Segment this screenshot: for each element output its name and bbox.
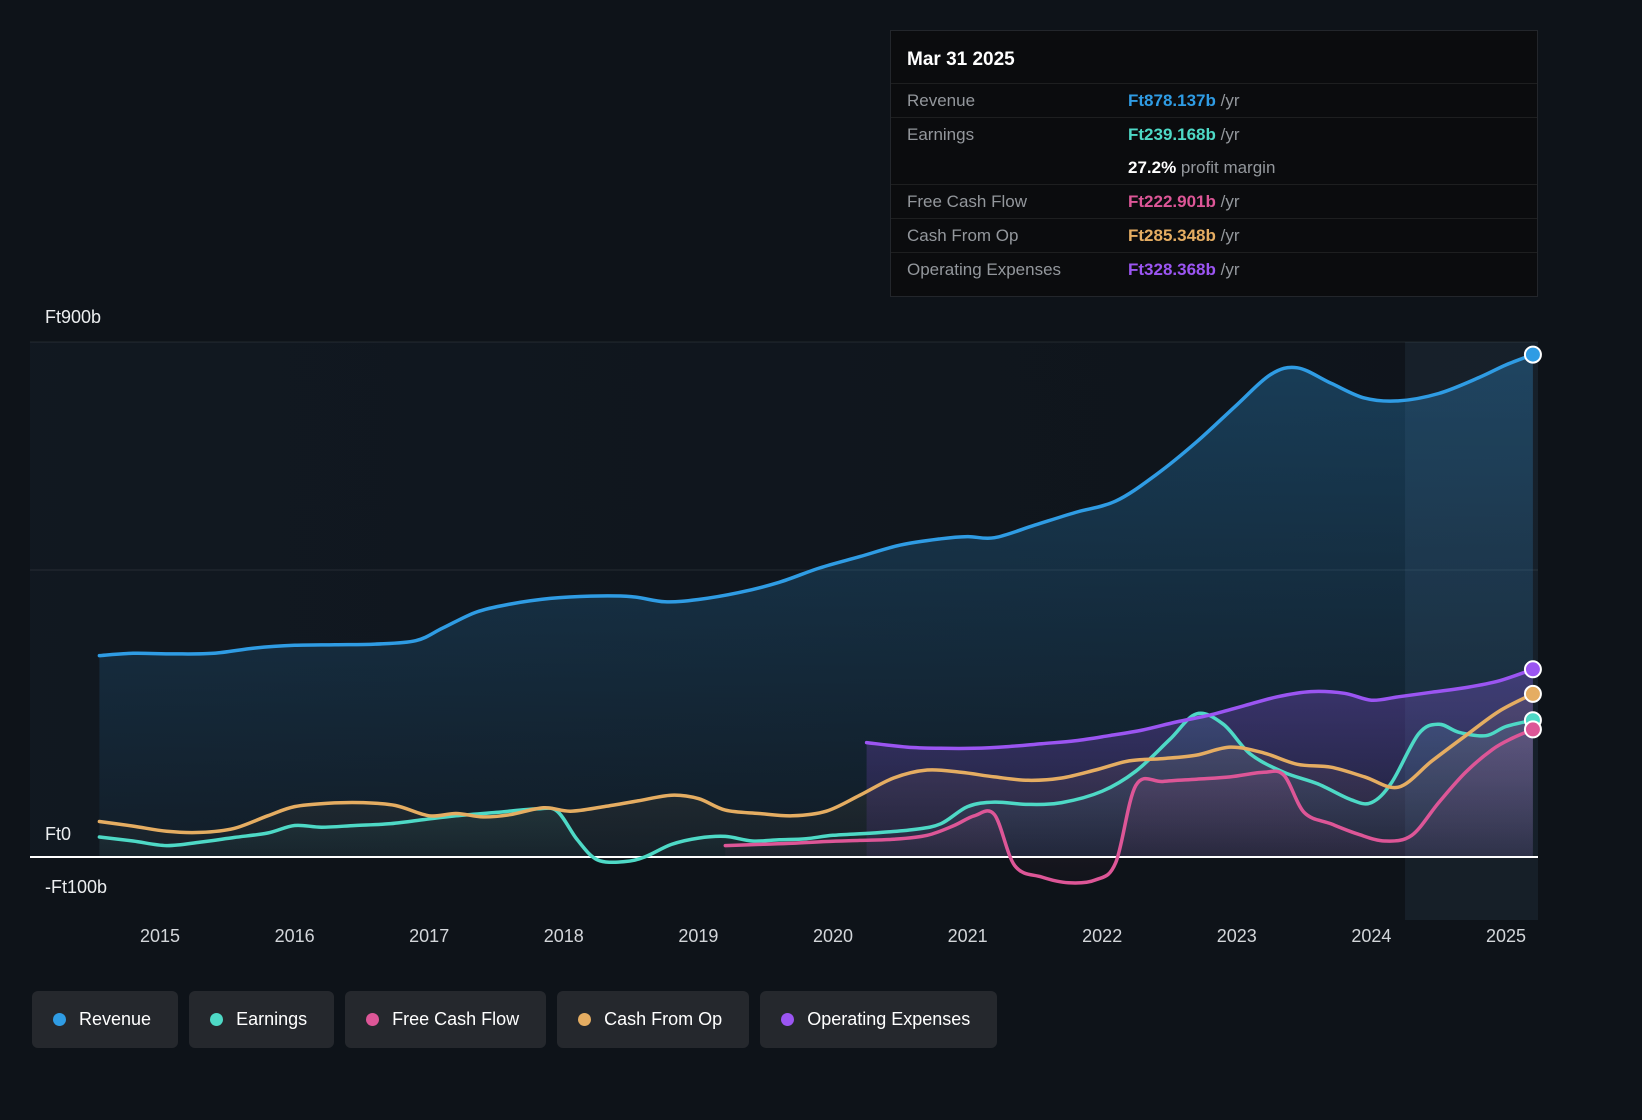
x-axis-label-2021: 2021 — [947, 926, 988, 946]
chart-legend: Revenue Earnings Free Cash Flow Cash From O… — [32, 991, 998, 1048]
y-axis-label-0: Ft0 — [45, 824, 72, 844]
legend-item-fcf[interactable]: Free Cash Flow — [345, 991, 547, 1048]
revenue-end-marker — [1523, 345, 1542, 364]
legend-item-earnings[interactable]: Earnings — [189, 991, 335, 1048]
tooltip-label-cash-from-op: Cash From Op — [907, 225, 1019, 245]
cashop-end-marker — [1523, 684, 1542, 703]
x-axis-label-2019: 2019 — [678, 926, 719, 946]
tooltip-value-free-cash-flow: Ft222.901b /yr — [1128, 191, 1240, 211]
tooltip-date: Mar 31 2025 — [907, 49, 1015, 70]
x-axis-label-2022: 2022 — [1082, 926, 1123, 946]
tooltip-row-operating-expenses: Operating Expenses Ft328.368b /yr — [891, 252, 1537, 286]
legend-label: Earnings — [236, 1009, 308, 1029]
legend-item-cashop[interactable]: Cash From Op — [557, 991, 750, 1048]
x-axis-label-2018: 2018 — [543, 926, 584, 946]
tooltip-value-revenue: Ft878.137b /yr — [1128, 90, 1240, 110]
legend-label: Cash From Op — [604, 1009, 723, 1029]
profit-margin-value: 27.2% profit margin — [1128, 157, 1276, 177]
legend-label: Free Cash Flow — [392, 1009, 520, 1029]
x-axis-label-2016: 2016 — [274, 926, 315, 946]
cashop-legend-dot-icon — [578, 1013, 592, 1026]
tooltip-value-earnings: Ft239.168b /yr — [1128, 124, 1240, 144]
fcf-end-marker — [1523, 720, 1542, 739]
opex-end-marker — [1523, 660, 1542, 679]
revenue-legend-dot-icon — [53, 1013, 66, 1026]
x-axis-label-2023: 2023 — [1216, 926, 1257, 946]
tooltip-row-revenue: Revenue Ft878.137b /yr — [891, 83, 1537, 117]
legend-item-opex[interactable]: Operating Expenses — [760, 991, 998, 1048]
tooltip-row-profit-margin: 27.2% profit margin — [891, 151, 1537, 184]
y-axis-label-neg100b: -Ft100b — [45, 877, 108, 897]
tooltip-label-free-cash-flow: Free Cash Flow — [907, 191, 1027, 211]
fcf-legend-dot-icon — [366, 1013, 380, 1026]
x-axis-label-2025: 2025 — [1485, 926, 1527, 946]
tooltip-label-earnings: Earnings — [907, 124, 975, 144]
latest-period-band — [1405, 342, 1538, 920]
tooltip-value-cash-from-op: Ft285.348b /yr — [1128, 225, 1240, 245]
chart-tooltip: Mar 31 2025 Revenue Ft878.137b /yr Earni… — [890, 30, 1538, 297]
tooltip-row-cash-from-op: Cash From Op Ft285.348b /yr — [891, 218, 1537, 252]
tooltip-label-operating-expenses: Operating Expenses — [907, 259, 1062, 279]
legend-label: Revenue — [79, 1009, 152, 1029]
tooltip-label-revenue: Revenue — [907, 90, 976, 110]
opex-legend-dot-icon — [781, 1013, 795, 1026]
x-axis-label-2020: 2020 — [812, 926, 854, 946]
tooltip-value-operating-expenses: Ft328.368b /yr — [1128, 259, 1240, 279]
x-axis-label-2015: 2015 — [139, 926, 181, 946]
earnings-legend-dot-icon — [210, 1013, 224, 1026]
x-axis-label-2017: 2017 — [409, 926, 450, 946]
legend-label: Operating Expenses — [807, 1009, 971, 1029]
legend-item-revenue[interactable]: Revenue — [32, 991, 179, 1048]
tooltip-row-earnings: Earnings Ft239.168b /yr — [891, 117, 1537, 151]
x-axis-label-2024: 2024 — [1351, 926, 1392, 946]
tooltip-row-free-cash-flow: Free Cash Flow Ft222.901b /yr — [891, 184, 1537, 218]
y-axis-label-900b: Ft900b — [45, 307, 102, 327]
